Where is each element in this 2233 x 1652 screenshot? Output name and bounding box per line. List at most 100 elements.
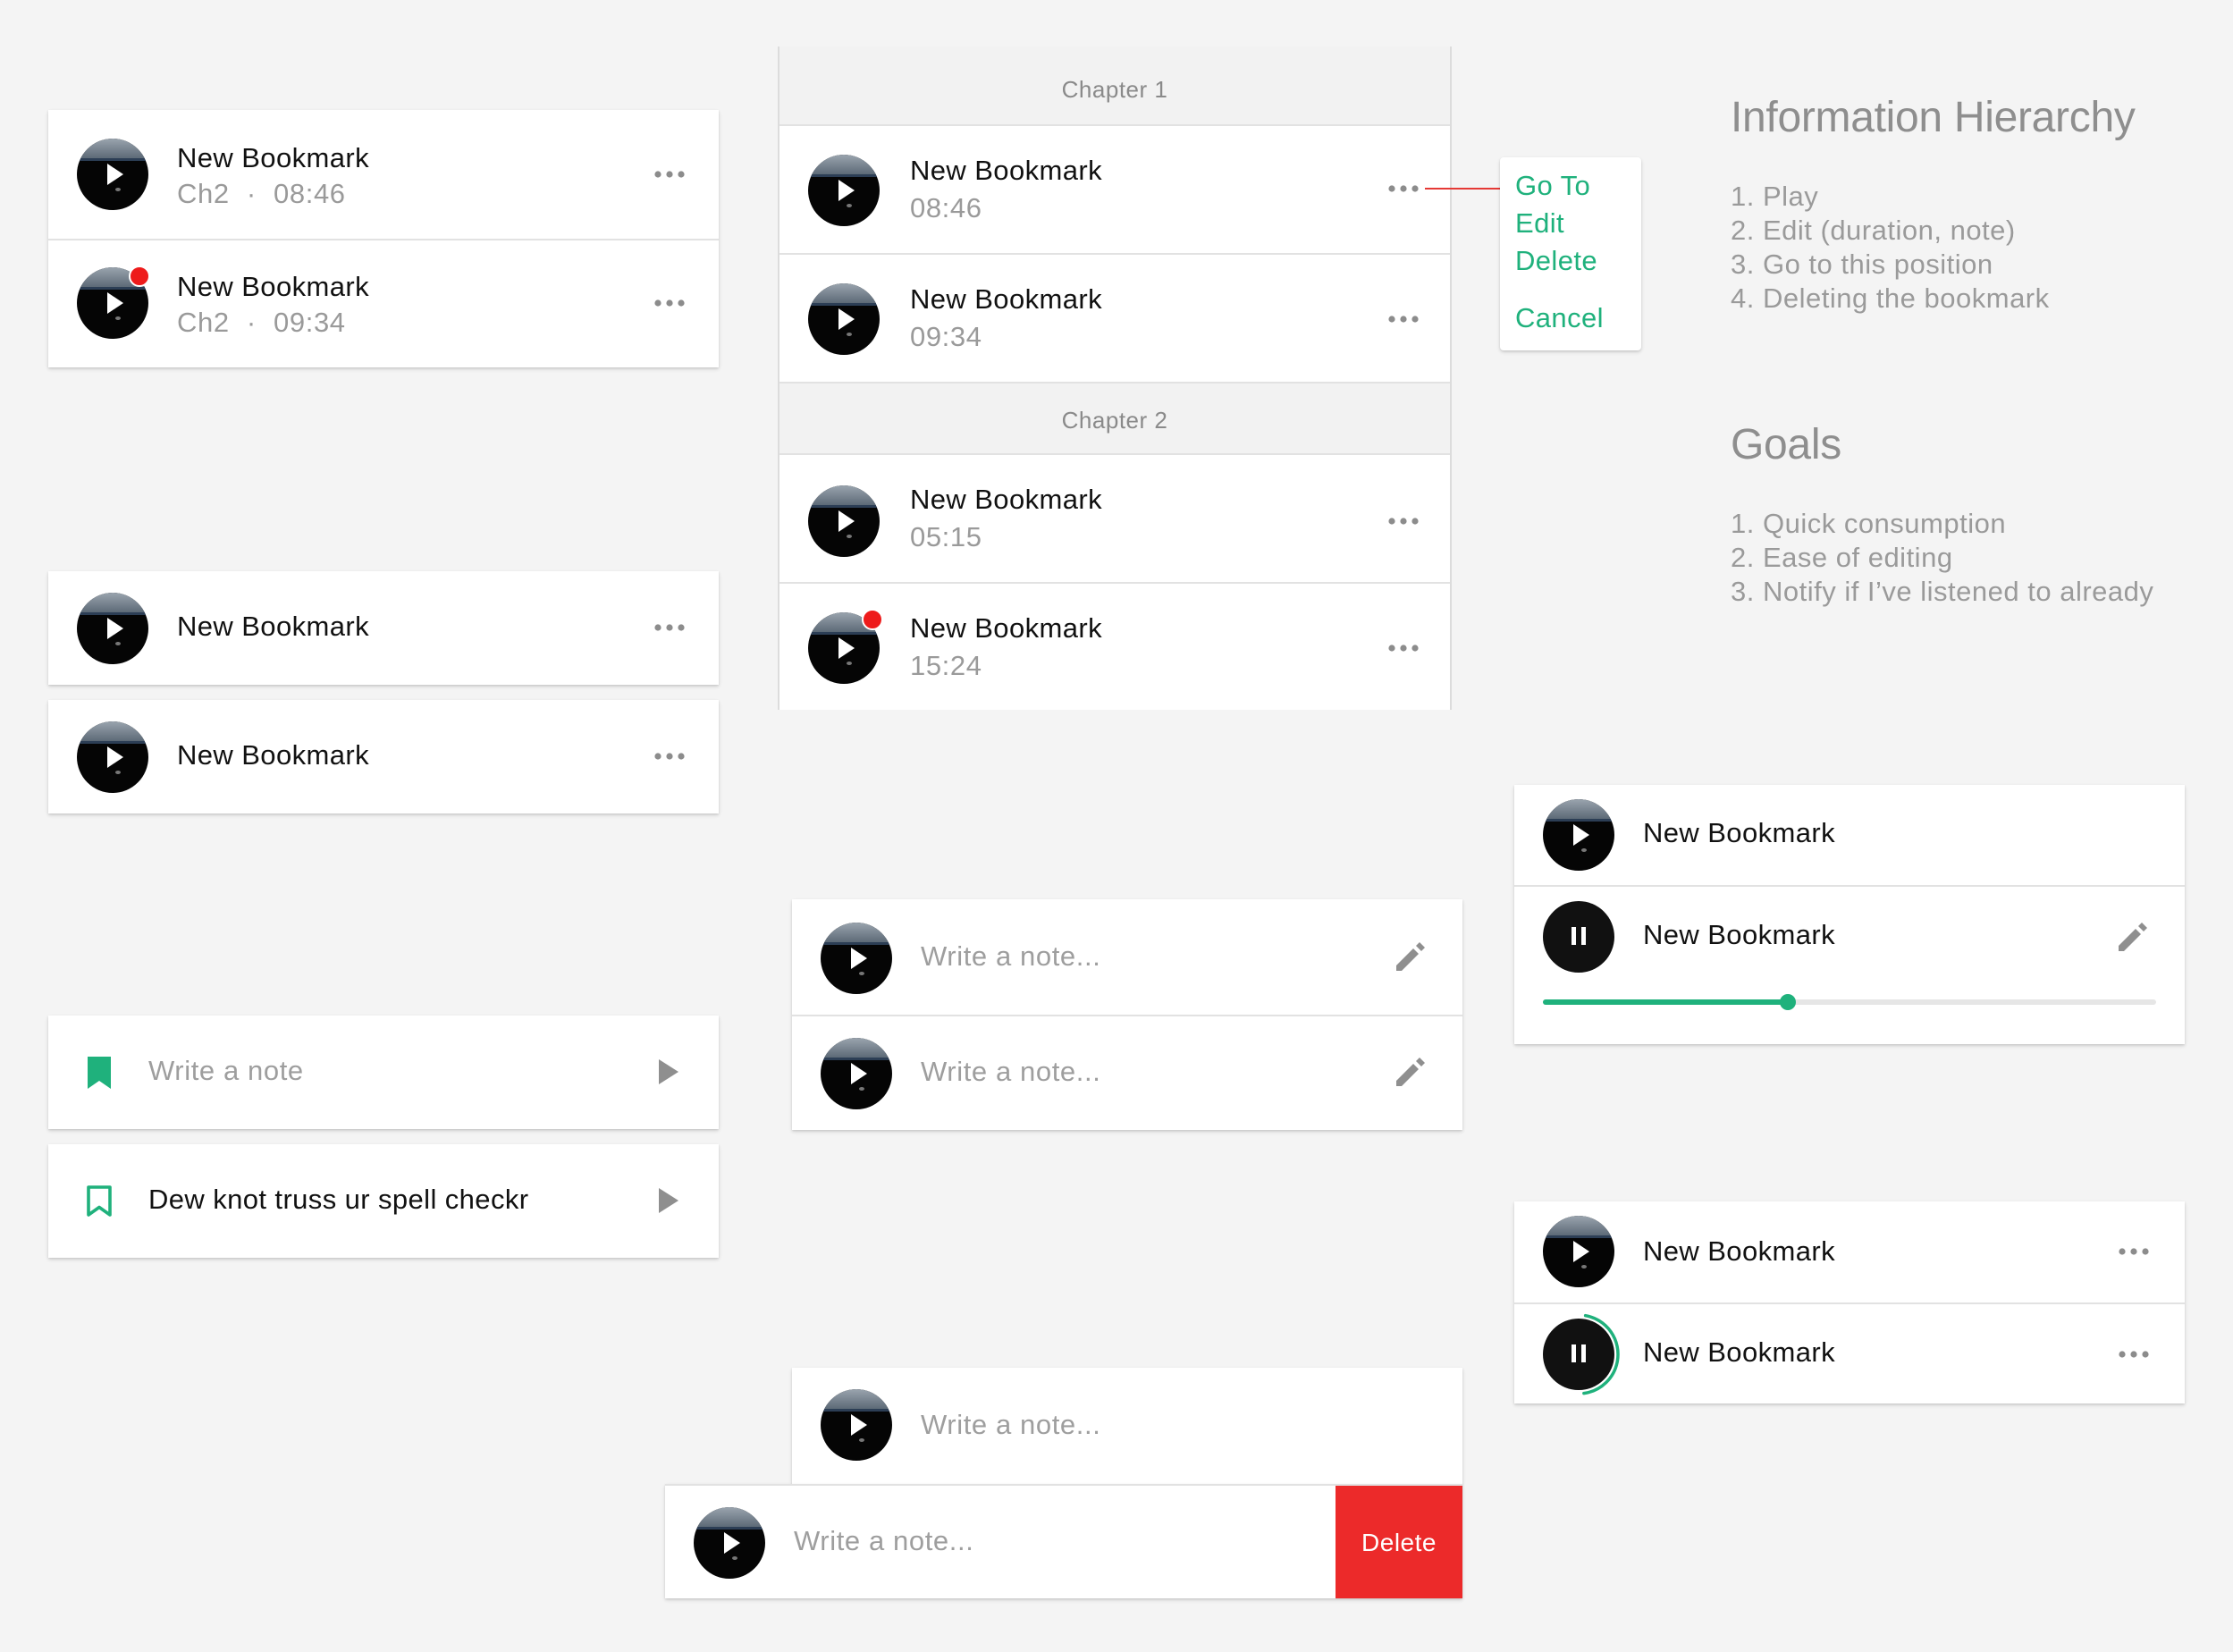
bookmark-card[interactable]: New Bookmark	[48, 571, 719, 685]
swiped-note-card[interactable]: Write a note... Delete	[665, 1484, 1462, 1598]
play-icon	[724, 1532, 740, 1560]
more-horizontal-icon[interactable]	[2116, 1243, 2152, 1260]
play-icon	[851, 948, 867, 975]
ring-player-list: New Bookmark New Bookmark	[1514, 1201, 2185, 1403]
note-placeholder[interactable]: Write a note	[148, 1055, 304, 1087]
bookmark-row-playing[interactable]: New Bookmark	[1514, 885, 2185, 1044]
bookmark-time: 08:46	[274, 178, 346, 209]
note-input[interactable]: Write a note...	[921, 940, 1100, 973]
bookmark-time: 09:34	[910, 321, 982, 352]
more-horizontal-icon[interactable]	[652, 294, 687, 312]
more-horizontal-icon[interactable]	[1386, 639, 1421, 657]
meta-separator: ·	[246, 178, 257, 209]
bookmark-title: New Bookmark	[1643, 817, 1835, 848]
bookmark-time: 15:24	[910, 650, 982, 681]
bookmark-title: New Bookmark	[1643, 1336, 1835, 1368]
progress-track[interactable]	[1543, 994, 2156, 1010]
play-button[interactable]	[821, 923, 892, 994]
progress-handle[interactable]	[1780, 994, 1797, 1010]
bookmark-meta: Ch2 · 09:34	[177, 307, 346, 339]
play-button[interactable]	[821, 1389, 892, 1461]
play-icon	[107, 746, 123, 774]
note-card[interactable]: Dew knot truss ur spell checkr	[48, 1144, 719, 1258]
goal-item: 1. Quick consumption	[1731, 508, 2007, 539]
menu-item-cancel[interactable]: Cancel	[1515, 302, 1604, 334]
play-icon	[1573, 1241, 1589, 1268]
note-input[interactable]: Write a note...	[921, 1056, 1100, 1088]
bookmark-row[interactable]: New Bookmark	[1514, 785, 2185, 885]
note-input[interactable]: Write a note...	[921, 1409, 1100, 1441]
play-triangle-icon[interactable]	[658, 1187, 679, 1214]
note-text[interactable]: Dew knot truss ur spell checkr	[148, 1184, 528, 1216]
chapter-bookmark-list: Chapter 1 New Bookmark 08:46 New Bookmar…	[778, 46, 1452, 710]
play-button[interactable]	[1543, 1216, 1614, 1287]
goal-item: 2. Ease of editing	[1731, 542, 1953, 573]
more-horizontal-icon[interactable]	[652, 747, 687, 765]
bookmark-list-compact: New Bookmark Ch2 · 08:46 New Bookmark Ch…	[48, 110, 719, 367]
menu-item-go-to[interactable]: Go To	[1515, 170, 1590, 202]
chapter-header: Chapter 1	[779, 46, 1450, 125]
hierarchy-item: 2. Edit (duration, note)	[1731, 215, 2016, 246]
pencil-icon[interactable]	[2115, 919, 2151, 955]
play-button[interactable]	[808, 485, 880, 557]
pencil-icon[interactable]	[1393, 1054, 1428, 1090]
play-button[interactable]	[77, 139, 148, 210]
delete-button[interactable]: Delete	[1336, 1486, 1462, 1598]
bookmark-row[interactable]: New Bookmark	[1514, 1201, 2185, 1302]
meta-separator: ·	[246, 307, 257, 338]
delete-label: Delete	[1361, 1529, 1437, 1556]
player-list: New Bookmark New Bookmark	[1514, 785, 2185, 1044]
unread-indicator	[129, 266, 150, 287]
note-row[interactable]: Write a note...	[792, 899, 1462, 1015]
play-button[interactable]	[808, 155, 880, 226]
play-icon	[107, 164, 123, 191]
play-button[interactable]	[808, 283, 880, 355]
play-icon	[107, 618, 123, 645]
note-list: Write a note... Write a note...	[792, 899, 1462, 1130]
menu-item-edit[interactable]: Edit	[1515, 207, 1564, 240]
more-horizontal-icon[interactable]	[652, 165, 687, 183]
bookmark-chapter: Ch2	[177, 178, 230, 209]
bookmark-title: New Bookmark	[177, 271, 369, 302]
bookmark-row[interactable]: New Bookmark 09:34	[779, 253, 1450, 382]
note-card[interactable]: Write a note...	[792, 1368, 1462, 1484]
play-button[interactable]	[821, 1038, 892, 1109]
play-button[interactable]	[77, 721, 148, 793]
more-horizontal-icon[interactable]	[1386, 180, 1421, 198]
menu-item-delete[interactable]: Delete	[1515, 245, 1597, 277]
bookmark-row[interactable]: New Bookmark 05:15	[779, 453, 1450, 582]
bookmark-row[interactable]: New Bookmark Ch2 · 09:34	[48, 239, 719, 367]
bookmark-meta: Ch2 · 08:46	[177, 178, 346, 210]
bookmark-row-playing[interactable]: New Bookmark	[1514, 1302, 2185, 1403]
bookmark-row[interactable]: New Bookmark Ch2 · 08:46	[48, 110, 719, 239]
bookmark-title: New Bookmark	[910, 612, 1102, 644]
play-button[interactable]	[77, 593, 148, 664]
bookmark-time: 05:15	[910, 521, 982, 552]
more-horizontal-icon[interactable]	[1386, 512, 1421, 530]
note-row[interactable]: Write a note...	[792, 1015, 1462, 1130]
play-icon	[838, 180, 855, 207]
play-icon	[838, 510, 855, 538]
pause-button[interactable]	[1543, 901, 1614, 973]
bookmark-time: 09:34	[274, 307, 346, 338]
bookmark-chapter: Ch2	[177, 307, 230, 338]
play-icon	[838, 308, 855, 336]
more-horizontal-icon[interactable]	[652, 619, 687, 636]
bookmark-filled-icon[interactable]	[86, 1057, 113, 1089]
bookmark-card[interactable]: New Bookmark	[48, 700, 719, 813]
progress-fill	[1543, 999, 1789, 1005]
more-horizontal-icon[interactable]	[2116, 1345, 2152, 1363]
note-input[interactable]: Write a note...	[794, 1525, 973, 1557]
bookmark-row[interactable]: New Bookmark 08:46	[779, 124, 1450, 253]
bookmark-title: New Bookmark	[177, 142, 369, 173]
bookmark-title: New Bookmark	[910, 484, 1102, 515]
pencil-icon[interactable]	[1393, 939, 1428, 974]
bookmark-row[interactable]: New Bookmark 15:24	[779, 582, 1450, 710]
more-horizontal-icon[interactable]	[1386, 310, 1421, 328]
bookmark-outline-icon[interactable]	[86, 1185, 113, 1218]
play-button[interactable]	[694, 1507, 765, 1579]
hierarchy-item: 1. Play	[1731, 181, 1819, 212]
play-triangle-icon[interactable]	[658, 1058, 679, 1085]
play-button[interactable]	[1543, 799, 1614, 871]
note-card[interactable]: Write a note	[48, 1016, 719, 1129]
